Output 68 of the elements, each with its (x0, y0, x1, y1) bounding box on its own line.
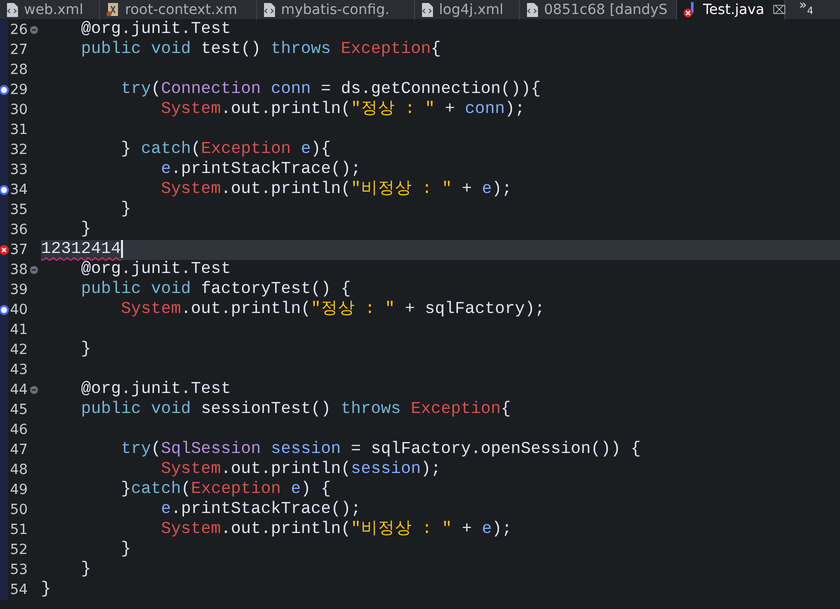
code-line: 12312414 (41, 240, 121, 260)
code-line: System.out.println("정상 : " + sqlFactory); (120, 300, 545, 320)
xml-file-icon (106, 3, 119, 17)
line-number: 47 (10, 441, 28, 460)
code-line: } (80, 220, 91, 240)
code-line: System.out.println("비정상 : " + e); (160, 180, 512, 200)
code-line: e.printStackTrace(); (160, 500, 361, 520)
line-number: 40 (10, 301, 28, 320)
code-line: } (120, 200, 131, 220)
line-number: 41 (10, 321, 28, 340)
code-line: try(SqlSession session = sqlFactory.openSession()) { (120, 440, 641, 460)
line-number: 35 (10, 201, 28, 220)
code-line: } (80, 560, 91, 580)
code-line: @org.junit.Test (80, 380, 231, 400)
file-icon (6, 3, 18, 17)
collapse-icon[interactable] (30, 266, 38, 274)
line-number: 26 (10, 21, 28, 40)
line-number: 31 (10, 121, 28, 140)
code-line: }catch(Exception e) { (120, 480, 331, 500)
code-line: } (80, 340, 91, 360)
code-line: public void factoryTest() { (80, 280, 351, 300)
code-line: } catch(Exception e){ (120, 140, 331, 160)
line-number: 38 (10, 261, 28, 280)
line-number: 49 (10, 481, 28, 500)
line-number: 44 (10, 381, 28, 400)
line-number: 42 (10, 341, 28, 360)
code-line: public void test() throws Exception{ (80, 40, 441, 60)
line-number: 36 (10, 221, 28, 240)
code-line: System.out.println("정상 : " + conn); (160, 100, 525, 120)
close-icon[interactable]: ⌧ (772, 3, 786, 17)
line-number: 50 (10, 501, 28, 520)
code-line: e.printStackTrace(); (160, 160, 361, 180)
code-line: try(Connection conn = ds.getConnection()){ (120, 80, 541, 100)
editor-tab[interactable]: Test.java ⌧ (677, 0, 785, 20)
collapse-icon[interactable] (30, 26, 38, 34)
line-number: 39 (10, 281, 28, 300)
line-number: 48 (10, 461, 28, 480)
code-line: @org.junit.Test (80, 260, 231, 280)
line-number: 34 (10, 181, 28, 200)
line-number: 53 (10, 561, 28, 580)
code-line: public void sessionTest() throws Exception{ (80, 400, 511, 420)
line-number: 52 (10, 541, 28, 560)
file-icon (526, 3, 538, 17)
breakpoint-icon[interactable] (0, 85, 9, 95)
file-icon (263, 3, 275, 17)
line-number: 27 (10, 41, 28, 60)
line-number: 54 (10, 581, 28, 600)
code-line: @org.junit.Test (80, 20, 231, 40)
code-line: } (41, 580, 51, 600)
file-icon (421, 3, 433, 17)
code-line: } (120, 540, 131, 560)
error-icon (0, 245, 9, 255)
code-line: System.out.println("비정상 : " + e); (160, 520, 512, 540)
line-number: 43 (10, 361, 28, 380)
collapse-icon[interactable] (30, 386, 38, 394)
code-line: System.out.println(session); (160, 460, 441, 480)
breakpoint-icon[interactable] (0, 305, 9, 315)
line-number: 30 (10, 101, 28, 120)
text-cursor (120, 240, 123, 258)
line-number: 51 (10, 521, 28, 540)
line-number: 28 (10, 61, 28, 80)
line-number: 29 (10, 81, 28, 100)
line-number: 33 (10, 161, 28, 180)
line-number: 37 (10, 241, 28, 260)
line-number: 45 (10, 401, 28, 420)
line-number: 46 (10, 421, 28, 440)
line-number: 32 (10, 141, 28, 160)
breakpoint-icon[interactable] (0, 185, 9, 195)
